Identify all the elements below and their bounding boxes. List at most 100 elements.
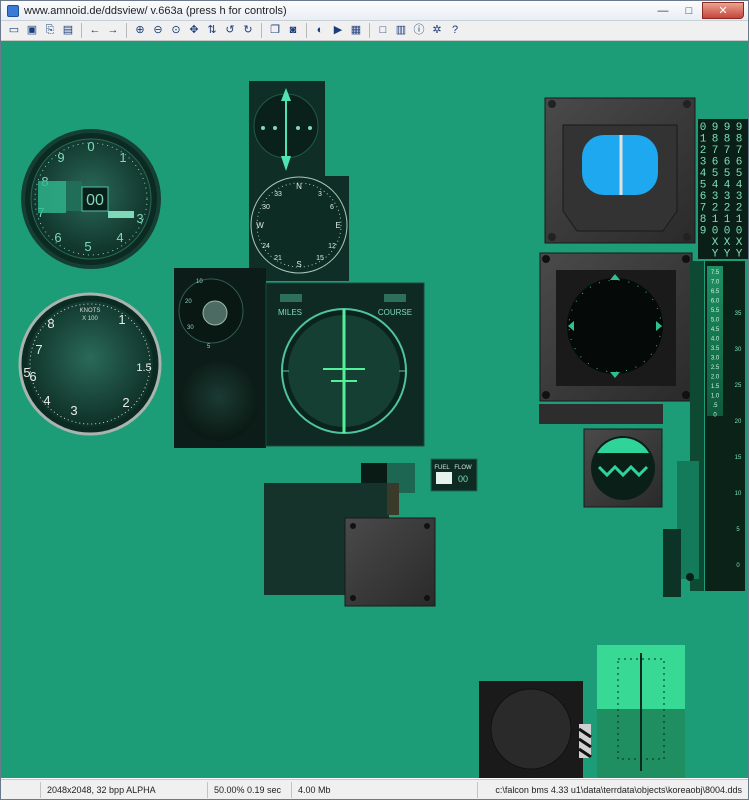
- fuel-digits: 00: [458, 474, 468, 484]
- zoom-in-icon[interactable]: ⊕: [132, 23, 148, 39]
- tape-label: 7.0: [711, 280, 720, 286]
- help-icon[interactable]: ?: [447, 23, 463, 39]
- tape-label: 15: [735, 455, 742, 461]
- tape-label: 20: [735, 419, 742, 425]
- knots-label: KNOTS: [80, 308, 101, 314]
- toolbar: ▭ ▣ ⎘ ▤ ← → ⊕ ⊖ ⊙ ✥ ⇅ ↺ ↻ ❐ ◙ ◐ ▶ ▦ □ ▥ ⓘ ✲?: [1, 21, 748, 41]
- zoom-out-icon[interactable]: ⊖: [150, 23, 166, 39]
- settings-icon[interactable]: ✲: [429, 23, 445, 39]
- svg-text:12: 12: [328, 243, 336, 250]
- drum-digit: 9: [712, 122, 719, 134]
- drum-digit: 2: [700, 145, 707, 157]
- clock-gauge: 0 1 9 8 7 6 5 4 3 00: [21, 129, 161, 269]
- copy-icon[interactable]: ❐: [267, 23, 283, 39]
- camera-icon[interactable]: ◙: [285, 23, 301, 39]
- info-icon[interactable]: ▤: [60, 23, 76, 39]
- svg-text:6: 6: [330, 204, 334, 211]
- svg-text:3: 3: [318, 191, 322, 198]
- asi-num-1-5: 1.5: [136, 362, 151, 374]
- small-dial-panel: 10 20 30 5: [174, 268, 266, 448]
- drum-digit: 8: [700, 214, 707, 226]
- tape-label: 1.5: [711, 384, 720, 390]
- tape-label: 10: [735, 491, 742, 497]
- drum-digit: 9: [736, 122, 743, 134]
- tape-label: 7.5: [711, 270, 720, 276]
- close-button[interactable]: ✕: [702, 2, 744, 19]
- drum-digit: 7: [712, 145, 719, 157]
- toolbar-separator: [261, 23, 262, 38]
- tape-label: 2.0: [711, 375, 720, 381]
- compass-s: S: [296, 260, 301, 269]
- status-path: c:\falcon bms 4.33 u1\data\terrdata\obje…: [495, 784, 742, 795]
- previous-icon[interactable]: ←: [87, 23, 103, 39]
- compass-e: E: [335, 221, 340, 230]
- svg-text:30: 30: [262, 204, 270, 211]
- svg-text:10: 10: [196, 279, 203, 285]
- heading-tape-panel: [597, 645, 685, 778]
- toolbar-separator: [81, 23, 82, 38]
- drum-digit: 6: [700, 191, 707, 203]
- rotate-cw-icon[interactable]: ↻: [240, 23, 256, 39]
- drum-digit: 7: [724, 145, 731, 157]
- tape-label: 3.0: [711, 356, 720, 362]
- clock-num-3: 3: [136, 211, 143, 226]
- minimize-button[interactable]: —: [650, 2, 676, 19]
- course-label: COURSE: [378, 308, 412, 317]
- clock-num-1: 1: [119, 150, 126, 165]
- status-size: 4.00 Mb: [292, 781, 478, 798]
- alpha-toggle-icon[interactable]: ◐: [312, 23, 328, 39]
- digit-drums: 01234567899876543210XY9876543210XY987654…: [698, 119, 748, 261]
- hsi-main-panel: MILES COURSE: [265, 282, 425, 447]
- drum-digit: 8: [724, 134, 731, 146]
- asi-num-8: 8: [47, 316, 54, 331]
- rotate-ccw-icon[interactable]: ↺: [222, 23, 238, 39]
- tape-label: 30: [735, 347, 742, 353]
- save-icon[interactable]: ▣: [24, 23, 40, 39]
- drum-digit: X: [736, 237, 743, 249]
- airspeed-gauge: KNOTS X 100 1 8 7 6 5 4 3 2 1.5 5: [18, 292, 162, 436]
- export-icon[interactable]: ⎘: [42, 23, 58, 39]
- drum-digit: 4: [724, 180, 731, 192]
- pan-icon[interactable]: ✥: [186, 23, 202, 39]
- clock-num-5: 5: [84, 239, 91, 254]
- maximize-button[interactable]: □: [676, 2, 702, 19]
- next-icon[interactable]: →: [105, 23, 121, 39]
- texture-canvas[interactable]: 0 1 9 8 7 6 5 4 3 00 KNOTS: [1, 41, 748, 778]
- drum-digit: Y: [736, 249, 743, 261]
- svg-text:30: 30: [187, 325, 194, 331]
- title-bar[interactable]: www.amnoid.de/ddsview/ v.663a (press h f…: [1, 1, 748, 21]
- drum-digit: 2: [712, 203, 719, 215]
- about-icon[interactable]: ⓘ: [411, 23, 427, 39]
- tape-label: 6.5: [711, 289, 720, 295]
- drum-digit: 3: [700, 157, 707, 169]
- drum-digit: 5: [712, 168, 719, 180]
- dark-attitude-gauge: [539, 252, 693, 424]
- tape-label: 5.0: [711, 318, 720, 324]
- fit-window-icon[interactable]: ▦: [348, 23, 364, 39]
- clock-num-0: 0: [87, 139, 94, 154]
- window-controls: — □ ✕: [650, 2, 744, 19]
- asi-num-1: 1: [118, 312, 125, 327]
- checker-icon[interactable]: □: [375, 23, 391, 39]
- compass-n: N: [296, 182, 302, 191]
- open-icon[interactable]: ▭: [6, 23, 22, 39]
- tape-label: 35: [735, 311, 742, 317]
- flow-label: FLOW: [454, 465, 472, 471]
- zoom-fit-icon[interactable]: ⊙: [168, 23, 184, 39]
- channels-icon[interactable]: ▥: [393, 23, 409, 39]
- blank-panels: [264, 483, 436, 607]
- tape-label: 5.5: [711, 308, 720, 314]
- app-window: www.amnoid.de/ddsview/ v.663a (press h f…: [0, 0, 749, 800]
- flip-icon[interactable]: ⇅: [204, 23, 220, 39]
- drum-digit: X: [712, 237, 719, 249]
- drum-digit: 6: [712, 157, 719, 169]
- drum-digit: 9: [724, 122, 731, 134]
- play-icon[interactable]: ▶: [330, 23, 346, 39]
- tape-label: 4.5: [711, 327, 720, 333]
- tape-label: 25: [735, 383, 742, 389]
- svg-text:15: 15: [316, 255, 324, 262]
- drum-digit: 7: [736, 145, 743, 157]
- svg-text:20: 20: [185, 299, 192, 305]
- drum-digit: 2: [724, 203, 731, 215]
- tape-label: 2.5: [711, 365, 720, 371]
